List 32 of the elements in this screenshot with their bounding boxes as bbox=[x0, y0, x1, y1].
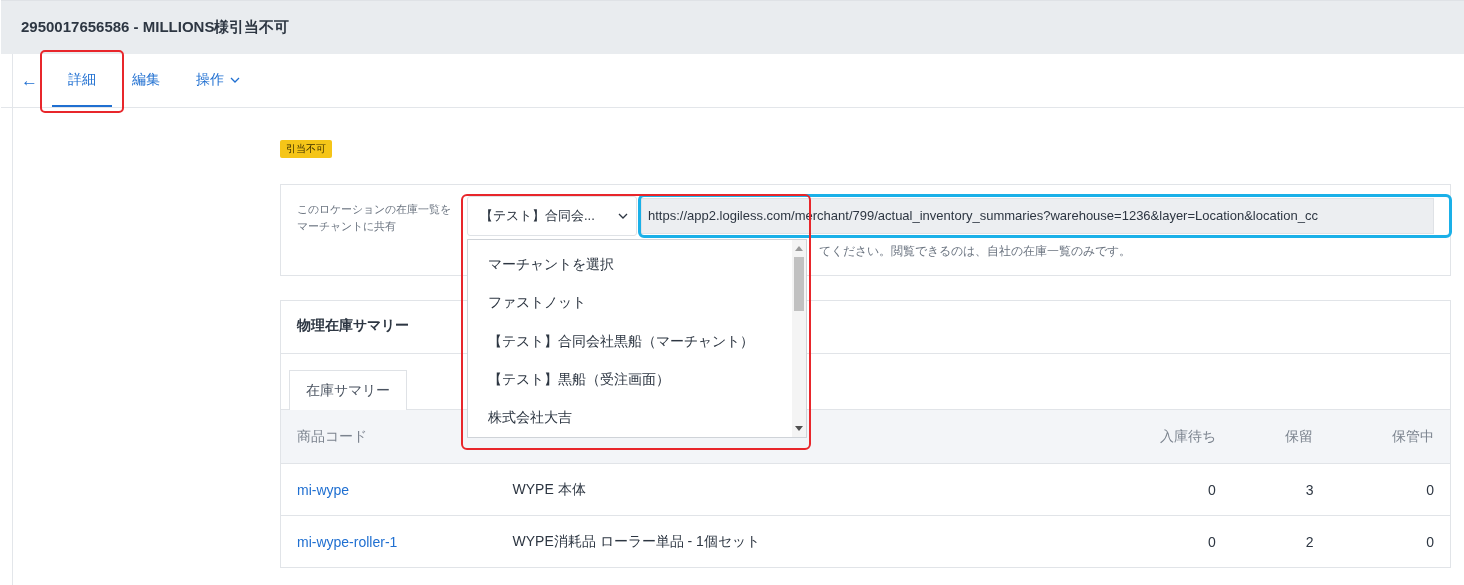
dropdown-option[interactable]: マーチャントを選択 bbox=[468, 246, 792, 285]
tab[interactable]: 在庫サマリー bbox=[289, 370, 407, 410]
share-label: このロケーションの在庫一覧を bbox=[297, 202, 451, 217]
tab[interactable]: 編集 bbox=[116, 54, 176, 107]
chevron-down-icon bbox=[230, 76, 240, 83]
scrollbar[interactable] bbox=[792, 240, 806, 437]
table-cell: 2 bbox=[1231, 515, 1330, 567]
table-cell: 0 bbox=[1329, 463, 1450, 516]
menu-tab[interactable]: 操作 bbox=[180, 54, 256, 107]
table-cell: WYPE消耗品 ローラー単品 - 1個セット bbox=[496, 515, 1089, 567]
table-cell: 0 bbox=[1088, 515, 1232, 567]
merchant-select[interactable]: 【テスト】合同会... bbox=[467, 196, 637, 236]
column-header: 保留 bbox=[1231, 409, 1330, 464]
column-header: 入庫待ち bbox=[1088, 409, 1232, 464]
dropdown-option[interactable]: 株式会社大吉 bbox=[468, 398, 792, 437]
table-cell: WYPE 本体 bbox=[496, 463, 1089, 516]
product-code-link[interactable]: mi-wype bbox=[297, 481, 350, 498]
status-badge: 引当不可 bbox=[280, 140, 332, 158]
share-label: マーチャントに共有 bbox=[297, 219, 396, 234]
back-button[interactable]: ← bbox=[21, 70, 38, 91]
dropdown-option[interactable]: 【テスト】黒船（受注画面） bbox=[468, 360, 792, 399]
table-cell: 3 bbox=[1231, 463, 1330, 516]
table-cell: 0 bbox=[1088, 463, 1232, 516]
dropdown-option[interactable]: ファストノット bbox=[468, 284, 792, 323]
column-header: 保管中 bbox=[1329, 409, 1450, 464]
product-code-link[interactable]: mi-wype-roller-1 bbox=[297, 533, 398, 550]
hint-text: てください。閲覧できるのは、自社の在庫一覧のみです。 bbox=[819, 243, 1132, 260]
chevron-down-icon bbox=[618, 213, 628, 219]
page-title: 2950017656586 - MILLIONS様引当不可 bbox=[21, 18, 290, 37]
dropdown-option[interactable]: 【テスト】合同会社黒船（マーチャント） bbox=[468, 322, 792, 361]
table-cell: 0 bbox=[1329, 515, 1450, 567]
tab[interactable]: 詳細 bbox=[52, 54, 112, 107]
